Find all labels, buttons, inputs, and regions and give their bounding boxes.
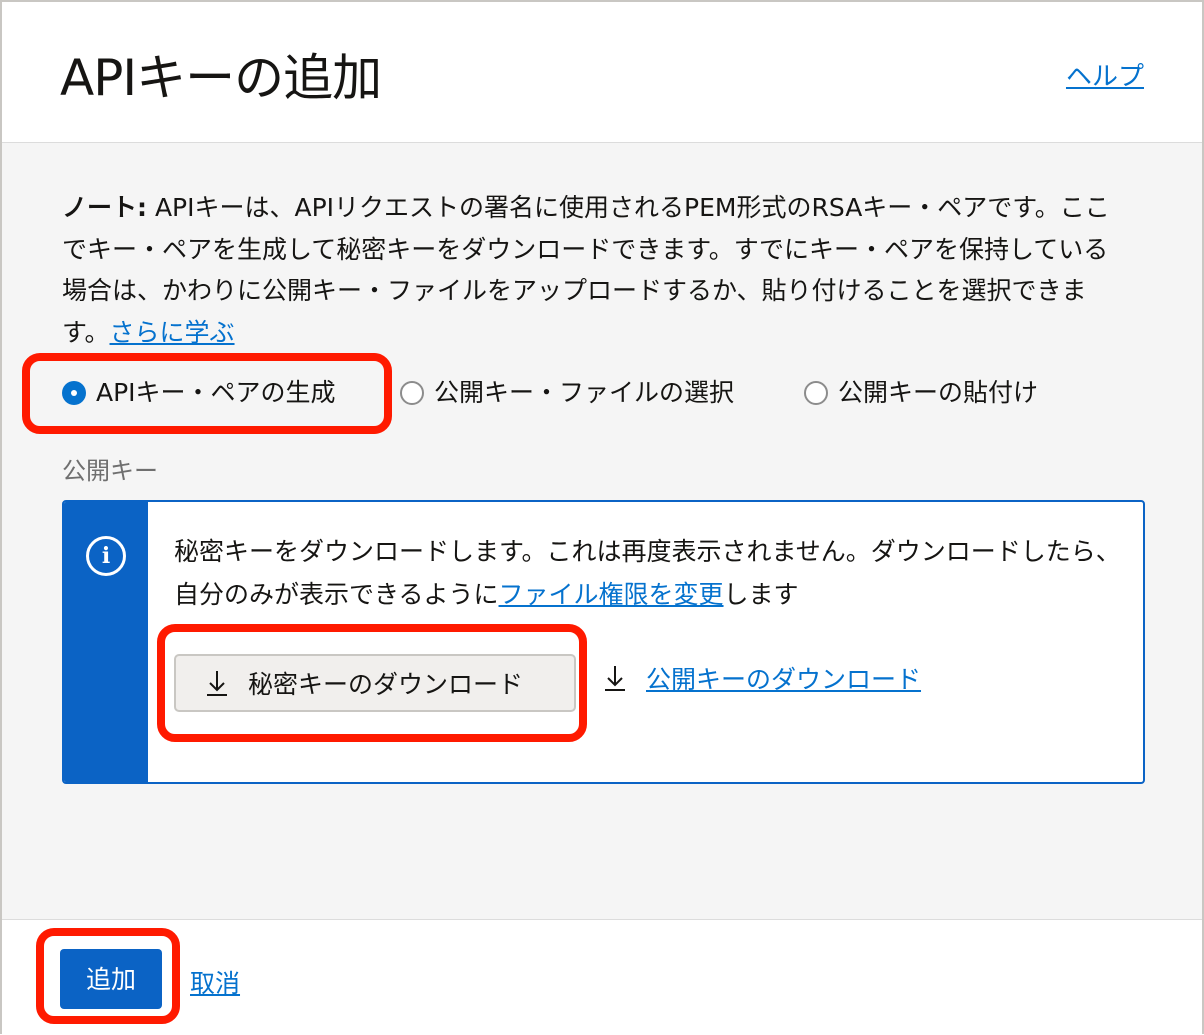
learn-more-link[interactable]: さらに学ぶ: [110, 318, 235, 347]
add-api-key-dialog: APIキーの追加 ヘルプ ノート: APIキーは、APIリクエストの署名に使用さ…: [0, 0, 1204, 1035]
dialog-footer: 追加 取消: [2, 919, 1202, 1035]
dialog-header: APIキーの追加 ヘルプ: [2, 2, 1202, 143]
download-public-key-link[interactable]: 公開キーのダウンロード: [646, 660, 921, 696]
radio-unselected-indicator[interactable]: [804, 381, 828, 405]
cancel-link[interactable]: 取消: [190, 964, 240, 1000]
download-arrow-icon: [605, 666, 625, 691]
info-stripe: i: [64, 502, 148, 782]
public-key-section-label: 公開キー: [62, 457, 158, 485]
radio-choose-file-label: 公開キー・ファイルの選択: [434, 378, 735, 407]
change-file-permissions-link[interactable]: ファイル権限を変更: [499, 580, 724, 609]
radio-generate-label: APIキー・ペアの生成: [96, 378, 336, 407]
info-message-box: i 秘密キーをダウンロードします。これは再度表示されません。ダウンロードしたら、…: [62, 500, 1145, 784]
dialog-body: ノート: APIキーは、APIリクエストの署名に使用されるPEM形式のRSAキー…: [2, 143, 1202, 919]
radio-paste-public-key[interactable]: 公開キーの貼付け: [804, 373, 1038, 409]
radio-generate-key-pair[interactable]: APIキー・ペアの生成: [62, 373, 336, 409]
download-private-key-button[interactable]: 秘密キーのダウンロード: [174, 654, 576, 712]
download-arrow-icon: [207, 671, 227, 696]
download-private-key-label: 秘密キーのダウンロード: [248, 670, 524, 699]
key-source-radio-group: APIキー・ペアの生成 公開キー・ファイルの選択 公開キーの貼付け: [62, 373, 1162, 417]
note-label: ノート:: [62, 193, 147, 222]
info-icon: i: [86, 536, 126, 576]
note-text: ノート: APIキーは、APIリクエストの署名に使用されるPEM形式のRSAキー…: [62, 187, 1132, 353]
help-link[interactable]: ヘルプ: [1066, 56, 1144, 93]
radio-paste-label: 公開キーの貼付け: [838, 378, 1039, 407]
radio-choose-public-key-file[interactable]: 公開キー・ファイルの選択: [400, 373, 734, 409]
download-public-key[interactable]: 公開キーのダウンロード: [602, 660, 921, 696]
radio-selected-indicator[interactable]: [62, 381, 86, 405]
info-message-text: 秘密キーをダウンロードします。これは再度表示されません。ダウンロードしたら、自分…: [174, 530, 1124, 616]
info-text-suffix: します: [723, 580, 799, 609]
dialog-title: APIキーの追加: [60, 49, 382, 107]
radio-unselected-indicator[interactable]: [400, 381, 424, 405]
add-button[interactable]: 追加: [60, 949, 162, 1009]
